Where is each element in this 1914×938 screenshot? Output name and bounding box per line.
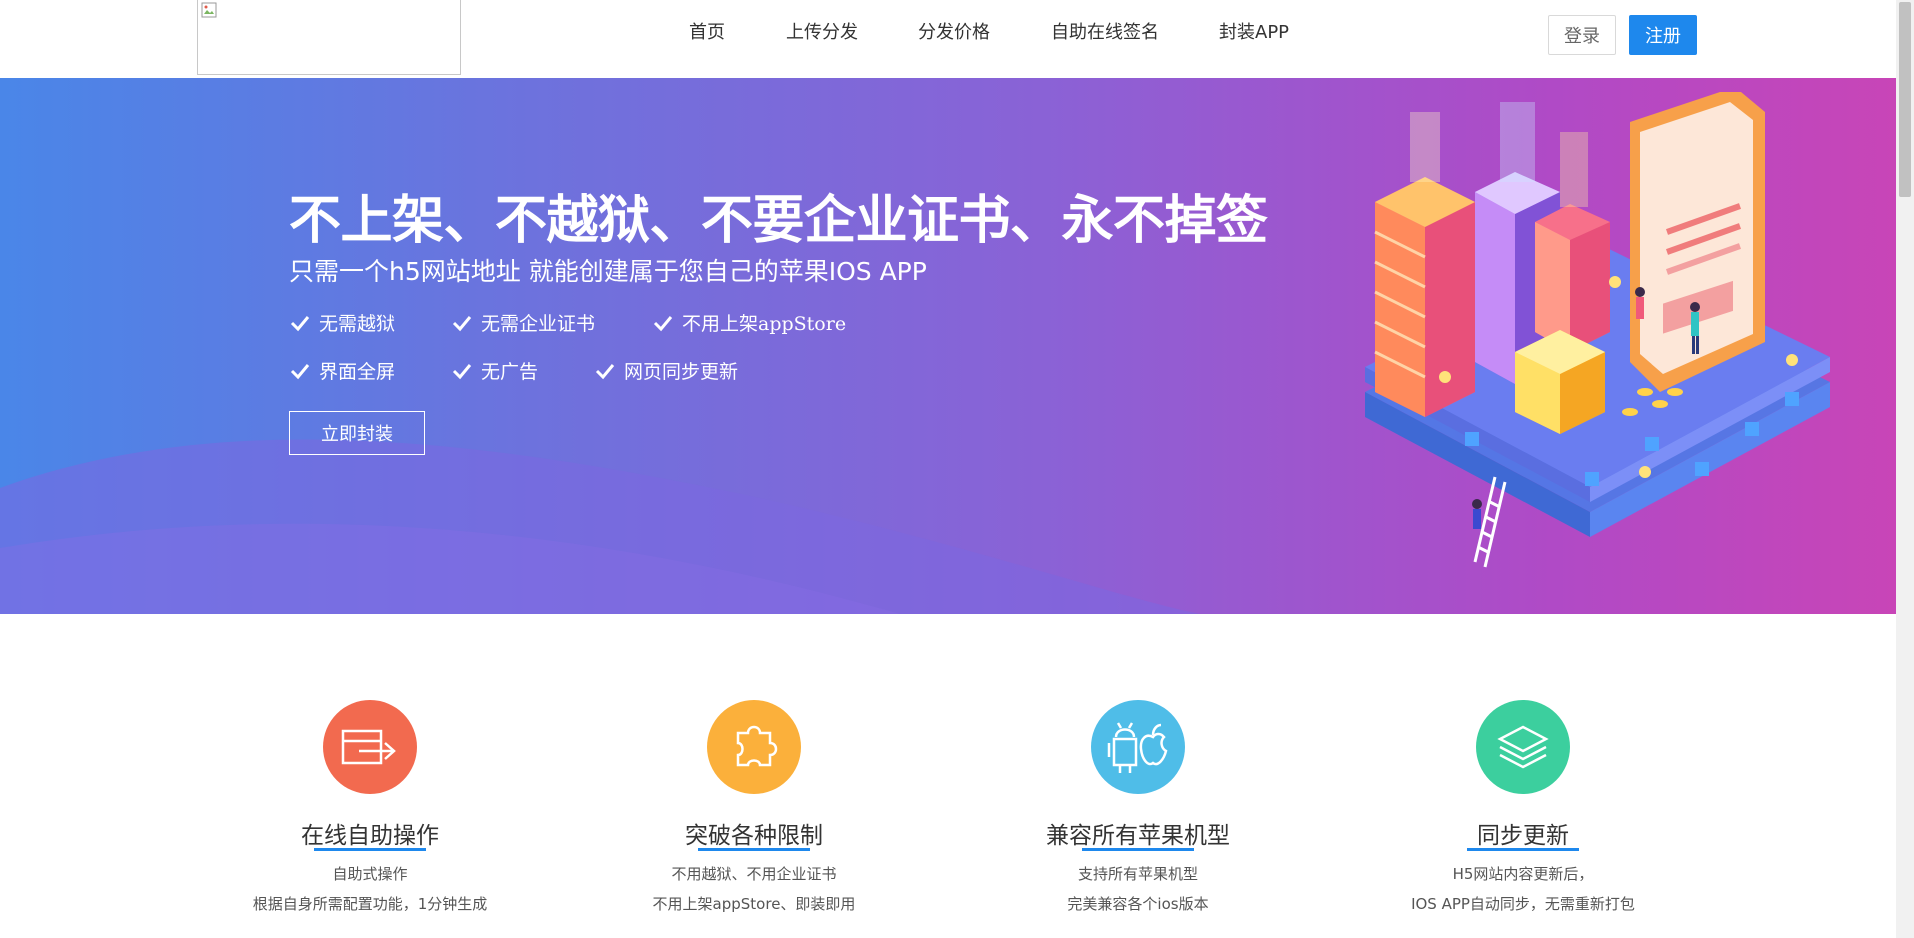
feature-no-ads: 无广告 xyxy=(451,357,538,384)
title-underline xyxy=(1467,848,1579,851)
card-desc-line: 不用上架appStore、即装即用 xyxy=(652,895,856,913)
scrollbar-thumb[interactable] xyxy=(1899,2,1911,197)
title-underline xyxy=(698,848,810,851)
card-title: 在线自助操作 xyxy=(301,823,439,849)
check-icon xyxy=(452,315,472,331)
title-underline xyxy=(314,848,426,851)
hero-subtitle: 只需一个h5网站地址 就能创建属于您自己的苹果IOS APP xyxy=(289,257,927,286)
layers-icon xyxy=(1476,700,1570,794)
broken-image-icon xyxy=(201,2,217,18)
check-icon xyxy=(290,315,310,331)
card-title: 同步更新 xyxy=(1477,823,1569,849)
nav-wrap-app[interactable]: 封装APP xyxy=(1219,20,1289,46)
isometric-city-illustration xyxy=(1365,92,1830,568)
feature-sync-update: 网页同步更新 xyxy=(594,357,738,384)
login-button[interactable]: 登录 xyxy=(1548,15,1616,55)
title-underline xyxy=(1082,848,1194,851)
card-desc-line: 不用越狱、不用企业证书 xyxy=(671,865,837,883)
check-icon xyxy=(653,315,673,331)
nav-online-sign[interactable]: 自助在线签名 xyxy=(1051,20,1159,46)
card-desc-line: 支持所有苹果机型 xyxy=(1077,865,1198,883)
card-desc-line: 根据自身所需配置功能，1分钟生成 xyxy=(252,895,488,913)
feature-fullscreen: 界面全屏 xyxy=(289,357,395,384)
card-title: 突破各种限制 xyxy=(685,823,823,849)
card-desc-line: H5网站内容更新后， xyxy=(1452,865,1594,883)
hero-banner: 不上架、不越狱、不要企业证书、永不掉签 只需一个h5网站地址 就能创建属于您自己… xyxy=(0,78,1896,614)
card-title: 兼容所有苹果机型 xyxy=(1046,823,1230,849)
card-desc-line: 自助式操作 xyxy=(332,865,408,883)
login-arrow-icon xyxy=(323,700,417,794)
nav-home[interactable]: 首页 xyxy=(689,20,725,46)
feature-no-appstore: 不用上架appStore xyxy=(652,309,846,336)
register-button[interactable]: 注册 xyxy=(1629,15,1697,55)
check-icon xyxy=(452,363,472,379)
nav-pricing[interactable]: 分发价格 xyxy=(918,20,990,46)
check-icon xyxy=(595,363,615,379)
card-desc-line: 完美兼容各个ios版本 xyxy=(1067,895,1209,913)
android-apple-icon xyxy=(1091,700,1185,794)
feature-no-jailbreak: 无需越狱 xyxy=(289,309,395,336)
wrap-now-button[interactable]: 立即封装 xyxy=(289,411,425,455)
hero-title: 不上架、不越狱、不要企业证书、永不掉签 xyxy=(289,191,1268,251)
check-icon xyxy=(290,363,310,379)
feature-no-cert: 无需企业证书 xyxy=(451,309,595,336)
puzzle-icon xyxy=(707,700,801,794)
site-header: 首页 上传分发 分发价格 自助在线签名 封装APP 登录 注册 xyxy=(0,0,1896,78)
page-scrollbar[interactable] xyxy=(1896,0,1914,938)
site-logo[interactable] xyxy=(197,0,461,75)
nav-upload-distribute[interactable]: 上传分发 xyxy=(786,20,858,46)
card-desc-line: IOS APP自动同步，无需重新打包 xyxy=(1411,895,1635,913)
